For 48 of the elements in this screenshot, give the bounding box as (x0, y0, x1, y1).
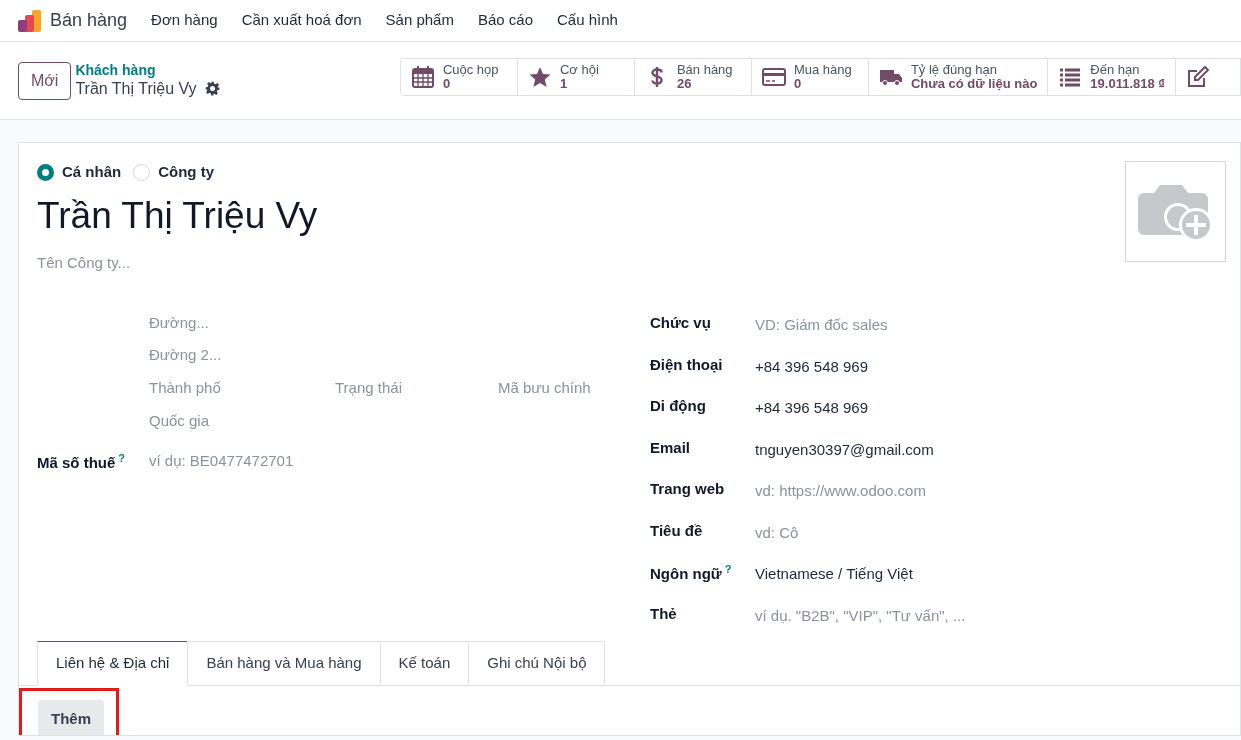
edit-icon (1186, 64, 1210, 89)
stat-label: Mua hàng (793, 62, 852, 77)
input-field[interactable]: +84 396 548 969 (755, 355, 869, 379)
tab[interactable]: Liên hệ & Địa chỉ (37, 641, 189, 686)
stat-button[interactable]: Cuộc họp 0 (400, 58, 518, 95)
settings-icon[interactable] (204, 80, 220, 96)
field-label: Thẻ (650, 604, 677, 622)
field-label: Di động (650, 397, 706, 415)
radio-button[interactable] (37, 163, 54, 181)
stat-value: 1 (559, 76, 569, 91)
stat-value: 19.011.818 ₫ (1090, 76, 1165, 91)
field-label: Điện thoại (650, 355, 723, 373)
menu-item[interactable]: Sản phẩm (385, 9, 454, 32)
app-logo-icon (16, 7, 42, 34)
help-tooltip[interactable]: ? (118, 452, 126, 465)
calendar-icon (410, 64, 435, 89)
stat-value: 0 (442, 76, 451, 91)
stat-value: Chưa có dữ liệu nào (910, 76, 1038, 91)
menu-item[interactable]: Báo cáo (477, 9, 533, 32)
stat-label: Cuộc họp (442, 62, 499, 77)
breadcrumb-link[interactable]: Khách hàng (75, 63, 220, 79)
field-label: Trang web (650, 480, 725, 498)
menu-item[interactable]: Cần xuất hoá đơn (241, 9, 362, 32)
add-button[interactable]: Thêm (38, 699, 104, 735)
menu-item[interactable]: Đơn hàng (151, 9, 218, 32)
help-tooltip[interactable]: ? (724, 563, 732, 576)
field-label: Chức vụ (650, 314, 711, 332)
app-name[interactable]: Bán hàng (50, 7, 128, 34)
input-field[interactable]: +84 396 548 969 (755, 397, 869, 420)
stat-label: Bán hàng (676, 62, 733, 77)
menu-item[interactable]: Cấu hình (557, 9, 618, 32)
input-field[interactable]: tnguyen30397@gmail.com (755, 438, 934, 462)
field-label: Tiêu đề (650, 521, 703, 539)
radio-label: Cá nhân (62, 162, 122, 182)
stat-value: 0 (793, 76, 803, 91)
new-button[interactable]: Mới (18, 61, 72, 100)
tab[interactable]: Ghi chú Nội bộ (468, 641, 606, 685)
record-name: Trần Thị Triệu Vy (75, 78, 197, 98)
stat-label: Tỷ lệ đúng hạn (910, 62, 998, 77)
contact-name-field[interactable]: Trần Thị Triệu Vy (37, 193, 1222, 238)
stat-value: 26 (676, 76, 693, 91)
input-field[interactable]: Vietnamese / Tiếng Việt (755, 563, 913, 586)
field-label: Ngôn ngữ (650, 565, 722, 583)
stat-label: Cơ hội (559, 62, 599, 77)
field-label: Mã số thuế (37, 454, 116, 472)
stat-label: Đến hạn (1090, 62, 1141, 77)
radio-label: Công ty (158, 162, 214, 182)
field-label: Email (650, 438, 691, 456)
